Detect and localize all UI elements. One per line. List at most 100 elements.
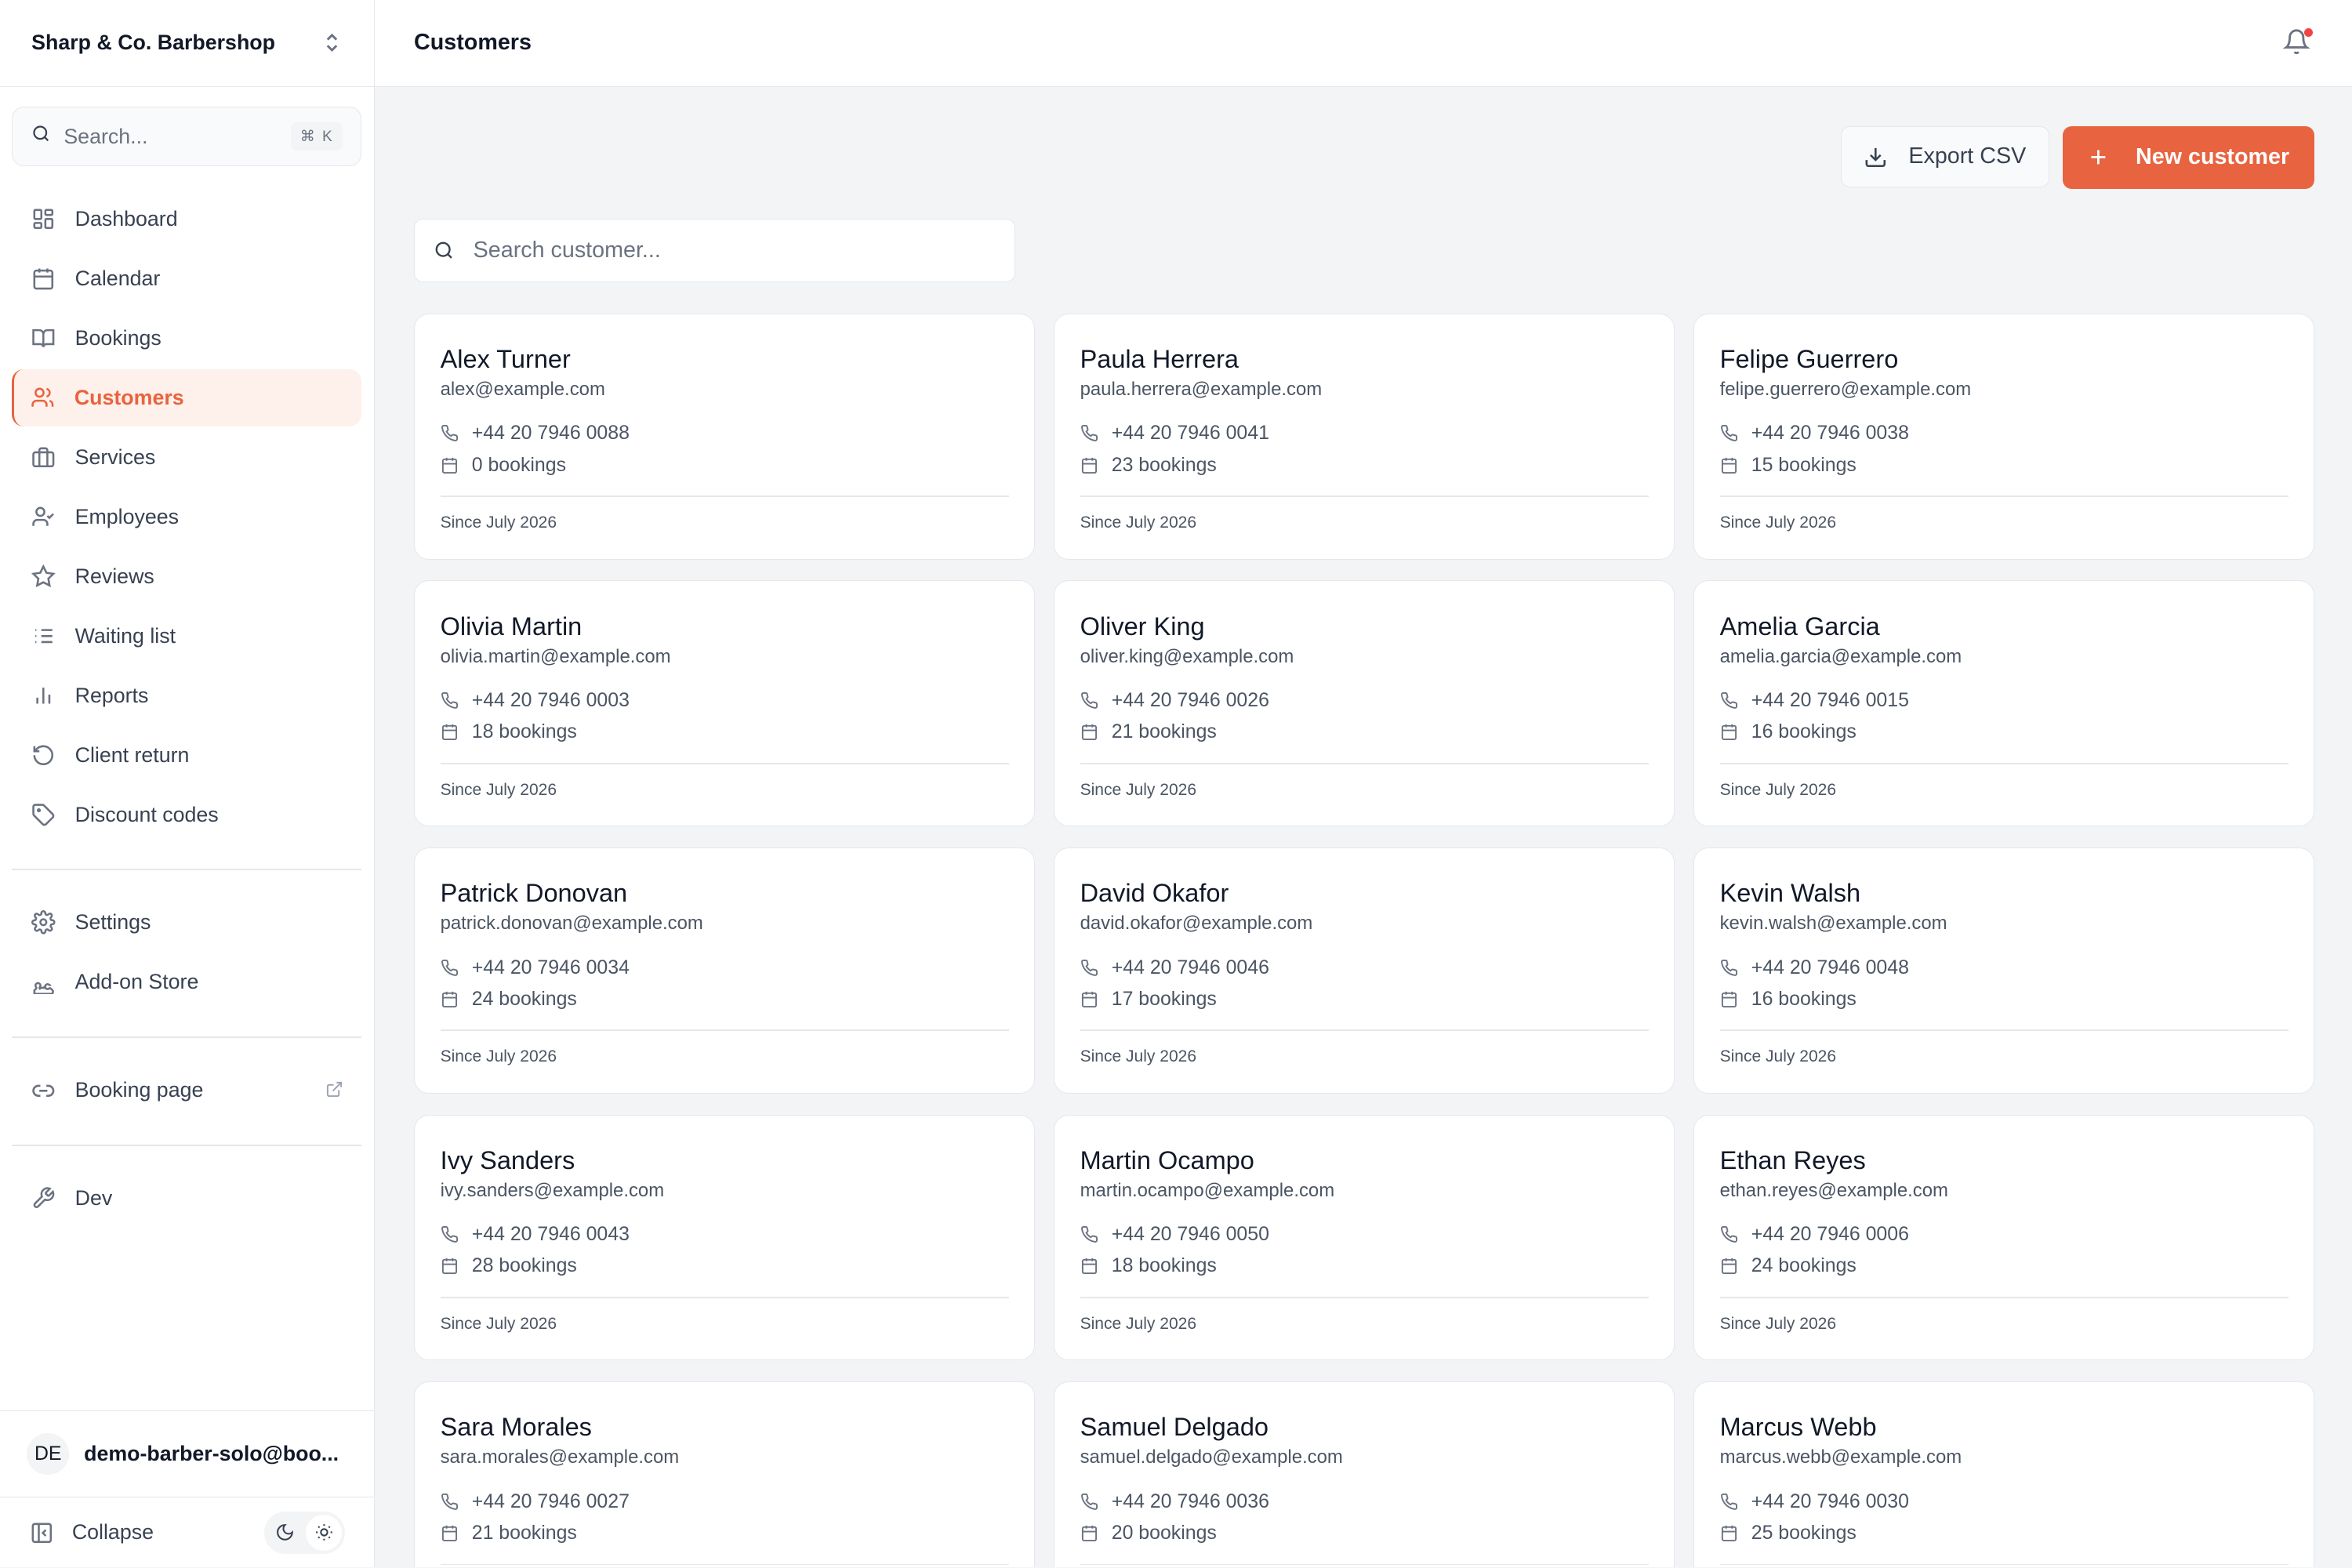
customer-email: samuel.delgado@example.com [1080, 1446, 1343, 1468]
sidebar-item-discount-codes[interactable]: Discount codes [12, 786, 361, 844]
customer-name: Ethan Reyes [1719, 1145, 1866, 1174]
sidebar-item-label: Dashboard [74, 206, 178, 230]
customer-email: patrick.donovan@example.com [440, 913, 703, 935]
sidebar-item-client-return[interactable]: Client return [12, 727, 361, 784]
customer-card[interactable]: Olivia Martin olivia.martin@example.com +4… [414, 580, 1036, 827]
card-divider [1080, 495, 1649, 498]
calendar-icon [1080, 990, 1098, 1008]
customer-phone: +44 20 7946 0088 [471, 422, 630, 445]
page-actions: Export CSV New customer [1840, 125, 2315, 190]
sidebar-item-settings[interactable]: Settings [12, 894, 361, 951]
customer-card[interactable]: Ethan Reyes ethan.reyes@example.com +44 20… [1693, 1114, 2315, 1361]
phone-icon [1720, 1493, 1738, 1511]
link-icon [30, 1077, 56, 1104]
search-icon [31, 123, 52, 151]
main-nav: Dashboard Calendar Bookings Customers Se… [12, 191, 362, 847]
phone-icon [1720, 1225, 1738, 1243]
customer-card[interactable]: Oliver King oliver.king@example.com +44 20… [1054, 580, 1675, 827]
card-divider [440, 1297, 1009, 1298]
sidebar-item-label: Booking page [74, 1078, 204, 1102]
customer-since: Since July 2026 [440, 780, 557, 799]
customer-bookings: 21 bookings [471, 1521, 577, 1544]
customer-card[interactable]: Sara Morales sara.morales@example.com +44 … [414, 1381, 1036, 1568]
card-divider [1080, 1029, 1649, 1032]
moon-icon[interactable] [267, 1515, 303, 1551]
customer-phone: +44 20 7946 0003 [471, 689, 630, 711]
calendar-icon [1720, 1257, 1738, 1275]
rotate-icon [30, 742, 56, 769]
sidebar-item-addon-store[interactable]: Add-on Store [12, 953, 361, 1011]
sidebar-divider [12, 1036, 362, 1038]
sidebar-item-employees[interactable]: Employees [12, 488, 361, 546]
sidebar-item-dev[interactable]: Dev [12, 1170, 361, 1227]
sidebar: Sharp & Co. Barbershop Search... ⌘ K Das… [0, 0, 376, 1568]
customer-name: Ivy Sanders [440, 1145, 575, 1174]
customer-email: kevin.walsh@example.com [1719, 913, 1947, 935]
phone-icon [1080, 959, 1098, 977]
sidebar-item-calendar[interactable]: Calendar [12, 250, 361, 307]
star-icon [30, 563, 56, 590]
wrench-icon [30, 1185, 56, 1211]
sidebar-item-booking-page[interactable]: Booking page [12, 1062, 361, 1120]
customer-card[interactable]: Kevin Walsh kevin.walsh@example.com +44 20… [1693, 847, 2315, 1094]
book-icon [30, 325, 56, 351]
phone-icon [1080, 691, 1098, 710]
customer-bookings: 23 bookings [1111, 453, 1217, 476]
sidebar-item-label: Settings [74, 910, 151, 935]
customer-since: Since July 2026 [1080, 514, 1197, 532]
notification-bell-icon[interactable] [2282, 27, 2314, 58]
customer-email: martin.ocampo@example.com [1080, 1179, 1335, 1201]
customer-bookings: 18 bookings [1111, 1254, 1217, 1277]
customer-email: olivia.martin@example.com [440, 645, 671, 667]
sun-icon[interactable] [306, 1514, 343, 1551]
sidebar-collapse-icon[interactable] [30, 1521, 54, 1545]
sidebar-item-dashboard[interactable]: Dashboard [12, 191, 361, 248]
sidebar-search[interactable]: Search... ⌘ K [12, 106, 362, 167]
phone-icon [1080, 1493, 1098, 1511]
customer-phone: +44 20 7946 0030 [1751, 1490, 1909, 1512]
customer-name: Amelia Garcia [1719, 612, 1880, 641]
customer-name: Oliver King [1080, 612, 1205, 641]
workspace-switcher[interactable]: Sharp & Co. Barbershop [0, 0, 375, 87]
customer-phone: +44 20 7946 0043 [471, 1223, 630, 1246]
customer-card[interactable]: Marcus Webb marcus.webb@example.com +44 20… [1693, 1381, 2315, 1568]
new-customer-button[interactable]: New customer [2062, 125, 2315, 190]
sidebar-item-services[interactable]: Services [12, 429, 361, 486]
new-customer-label: New customer [2136, 144, 2290, 170]
phone-icon [1720, 424, 1738, 442]
export-csv-button[interactable]: Export CSV [1840, 125, 2049, 188]
customer-card[interactable]: David Okafor david.okafor@example.com +44 … [1054, 847, 1675, 1094]
sidebar-item-customers[interactable]: Customers [12, 369, 362, 426]
collapse-button[interactable]: Collapse [72, 1520, 264, 1544]
customer-email: david.okafor@example.com [1080, 913, 1313, 935]
calendar-icon [1720, 1524, 1738, 1542]
sidebar-item-reviews[interactable]: Reviews [12, 548, 361, 605]
customer-card[interactable]: Amelia Garcia amelia.garcia@example.com +4… [1693, 580, 2315, 827]
card-divider [1080, 762, 1649, 764]
customer-search-input[interactable]: Search customer... [414, 219, 1016, 282]
customer-card[interactable]: Paula Herrera paula.herrera@example.com +4… [1054, 313, 1675, 560]
sidebar-item-label: Reviews [74, 564, 154, 589]
customer-bookings: 18 bookings [471, 720, 577, 743]
card-divider [1080, 1563, 1649, 1566]
customer-card[interactable]: Alex Turner alex@example.com +44 20 7946 0… [414, 313, 1036, 560]
customer-card[interactable]: Martin Ocampo martin.ocampo@example.com +4… [1054, 1114, 1675, 1361]
theme-toggle[interactable] [263, 1512, 346, 1554]
customer-name: Paula Herrera [1080, 345, 1239, 374]
customer-since: Since July 2026 [1719, 1047, 1837, 1066]
user-account[interactable]: DE demo-barber-solo@boo... [0, 1410, 376, 1497]
sidebar-item-reports[interactable]: Reports [12, 667, 361, 724]
customer-name: Martin Ocampo [1080, 1145, 1254, 1174]
sidebar-item-waiting-list[interactable]: Waiting list [12, 608, 361, 665]
customer-card[interactable]: Ivy Sanders ivy.sanders@example.com +44 20… [414, 1114, 1036, 1361]
customer-bookings: 25 bookings [1751, 1521, 1857, 1544]
customer-phone: +44 20 7946 0015 [1751, 689, 1909, 711]
customer-since: Since July 2026 [1080, 780, 1197, 799]
customer-card[interactable]: Patrick Donovan patrick.donovan@example.c… [414, 847, 1036, 1094]
customer-card[interactable]: Felipe Guerrero felipe.guerrero@example.c… [1693, 313, 2315, 560]
customer-bookings: 21 bookings [1111, 720, 1217, 743]
sidebar-item-bookings[interactable]: Bookings [12, 310, 361, 367]
puzzle-icon [30, 968, 56, 995]
calendar-icon [1080, 723, 1098, 741]
customer-card[interactable]: Samuel Delgado samuel.delgado@example.com… [1054, 1381, 1675, 1568]
